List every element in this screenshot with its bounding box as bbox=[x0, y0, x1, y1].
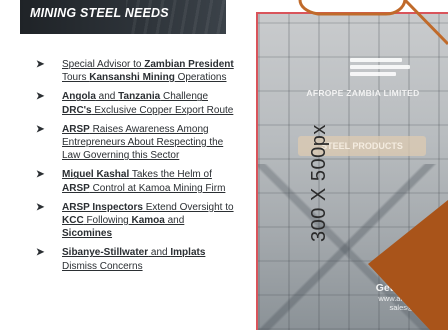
ad-details-line: Get more details bbox=[375, 282, 448, 294]
ad-dimension-label: 300 X 500px bbox=[308, 124, 330, 242]
headline-part: Special Advisor to bbox=[62, 59, 145, 70]
news-list-item[interactable]: ➤ Angola and Tanzania Challenge DRC's Exc… bbox=[36, 90, 236, 116]
headline-bold-part: Tanzania bbox=[118, 91, 161, 103]
news-headline-link[interactable]: ARSP Raises Awareness Among Entrepreneur… bbox=[62, 124, 223, 161]
chevron-right-icon: ➤ bbox=[36, 59, 45, 70]
chevron-right-icon: ➤ bbox=[36, 91, 45, 103]
headline-bold-part: Implats bbox=[170, 247, 206, 259]
ad-contact-details: Get more details www.afropezambia.com sa… bbox=[308, 282, 448, 312]
banner-title: MINING STEEL NEEDS bbox=[30, 6, 169, 20]
headline-bold-part: Zambian President bbox=[144, 59, 234, 70]
headline-bold-part: ARSP bbox=[62, 123, 90, 135]
headline-bold-part: ARSP Inspectors bbox=[62, 201, 143, 213]
headline-part: and bbox=[148, 247, 171, 259]
ad-email-link[interactable]: sales@afrope.co.zm bbox=[308, 303, 448, 312]
headline-part: Dismiss Concerns bbox=[62, 260, 143, 272]
news-list-item[interactable]: ➤ Special Advisor to Zambian President To… bbox=[36, 58, 236, 84]
headline-part: Following bbox=[83, 215, 132, 227]
headline-part: Exclusive Copper Export Route bbox=[91, 104, 234, 116]
headline-bold-part: Angola bbox=[62, 91, 96, 103]
chevron-right-icon: ➤ bbox=[36, 123, 45, 135]
headline-part: Operations bbox=[174, 72, 227, 84]
afrope-logo-icon bbox=[350, 58, 410, 76]
headline-bold-part: KCC bbox=[62, 215, 84, 227]
ad-brand-name: AFROPE ZAMBIA LIMITED bbox=[306, 88, 420, 98]
headline-bold-part: ARSP bbox=[62, 182, 90, 194]
news-headline-link[interactable]: Sibanye-Stillwater and Implats Dismiss C… bbox=[62, 247, 205, 271]
ad-website-link[interactable]: www.afropezambia.com bbox=[308, 294, 448, 303]
advertisement-banner[interactable]: AFROPE ZAMBIA LIMITED STEEL PRODUCTS 300… bbox=[256, 12, 448, 330]
headline-part: Extend Oversight to bbox=[142, 201, 234, 213]
headline-part: and bbox=[95, 91, 119, 103]
news-headline-link[interactable]: Special Advisor to Zambian President Tou… bbox=[62, 59, 234, 83]
news-headline-link[interactable]: ARSP Inspectors Extend Oversight to KCC … bbox=[62, 202, 234, 239]
chevron-right-icon: ➤ bbox=[36, 247, 45, 259]
headline-bold-part: DRC's bbox=[62, 104, 92, 116]
headline-bold-part: Miguel Kashal bbox=[62, 169, 130, 181]
headline-bold-part: Kansanshi Mining bbox=[89, 72, 175, 84]
news-headline-link[interactable]: Angola and Tanzania Challenge DRC's Excl… bbox=[62, 91, 233, 115]
news-list-item[interactable]: ➤ ARSP Raises Awareness Among Entrepreneu… bbox=[36, 123, 236, 163]
news-headline-link[interactable]: Miguel Kashal Takes the Helm of ARSP Con… bbox=[62, 169, 225, 193]
chevron-right-icon: ➤ bbox=[36, 201, 45, 213]
news-sidebar: MINING STEEL NEEDS ➤ Special Advisor to Z… bbox=[0, 0, 240, 330]
headline-part: Challenge bbox=[160, 91, 208, 103]
headline-part: Control at Kamoa Mining Firm bbox=[89, 182, 226, 194]
news-list: ➤ Special Advisor to Zambian President To… bbox=[36, 58, 236, 279]
headline-bold-part: Sibanye-Stillwater bbox=[62, 247, 149, 259]
chevron-right-icon: ➤ bbox=[36, 169, 45, 181]
headline-bold-part: Sicomines bbox=[62, 228, 113, 240]
section-banner: MINING STEEL NEEDS bbox=[20, 0, 226, 34]
news-list-item[interactable]: ➤ ARSP Inspectors Extend Oversight to KCC… bbox=[36, 201, 236, 241]
news-list-item[interactable]: ➤ Sibanye-Stillwater and Implats Dismiss … bbox=[36, 246, 236, 272]
headline-bold-part: Kamoa bbox=[131, 215, 165, 227]
headline-part: Takes the Helm of bbox=[129, 169, 212, 181]
news-list-item[interactable]: ➤ Miguel Kashal Takes the Helm of ARSP Co… bbox=[36, 168, 236, 194]
headline-part: and bbox=[164, 215, 185, 227]
headline-part: Tours bbox=[62, 72, 90, 84]
